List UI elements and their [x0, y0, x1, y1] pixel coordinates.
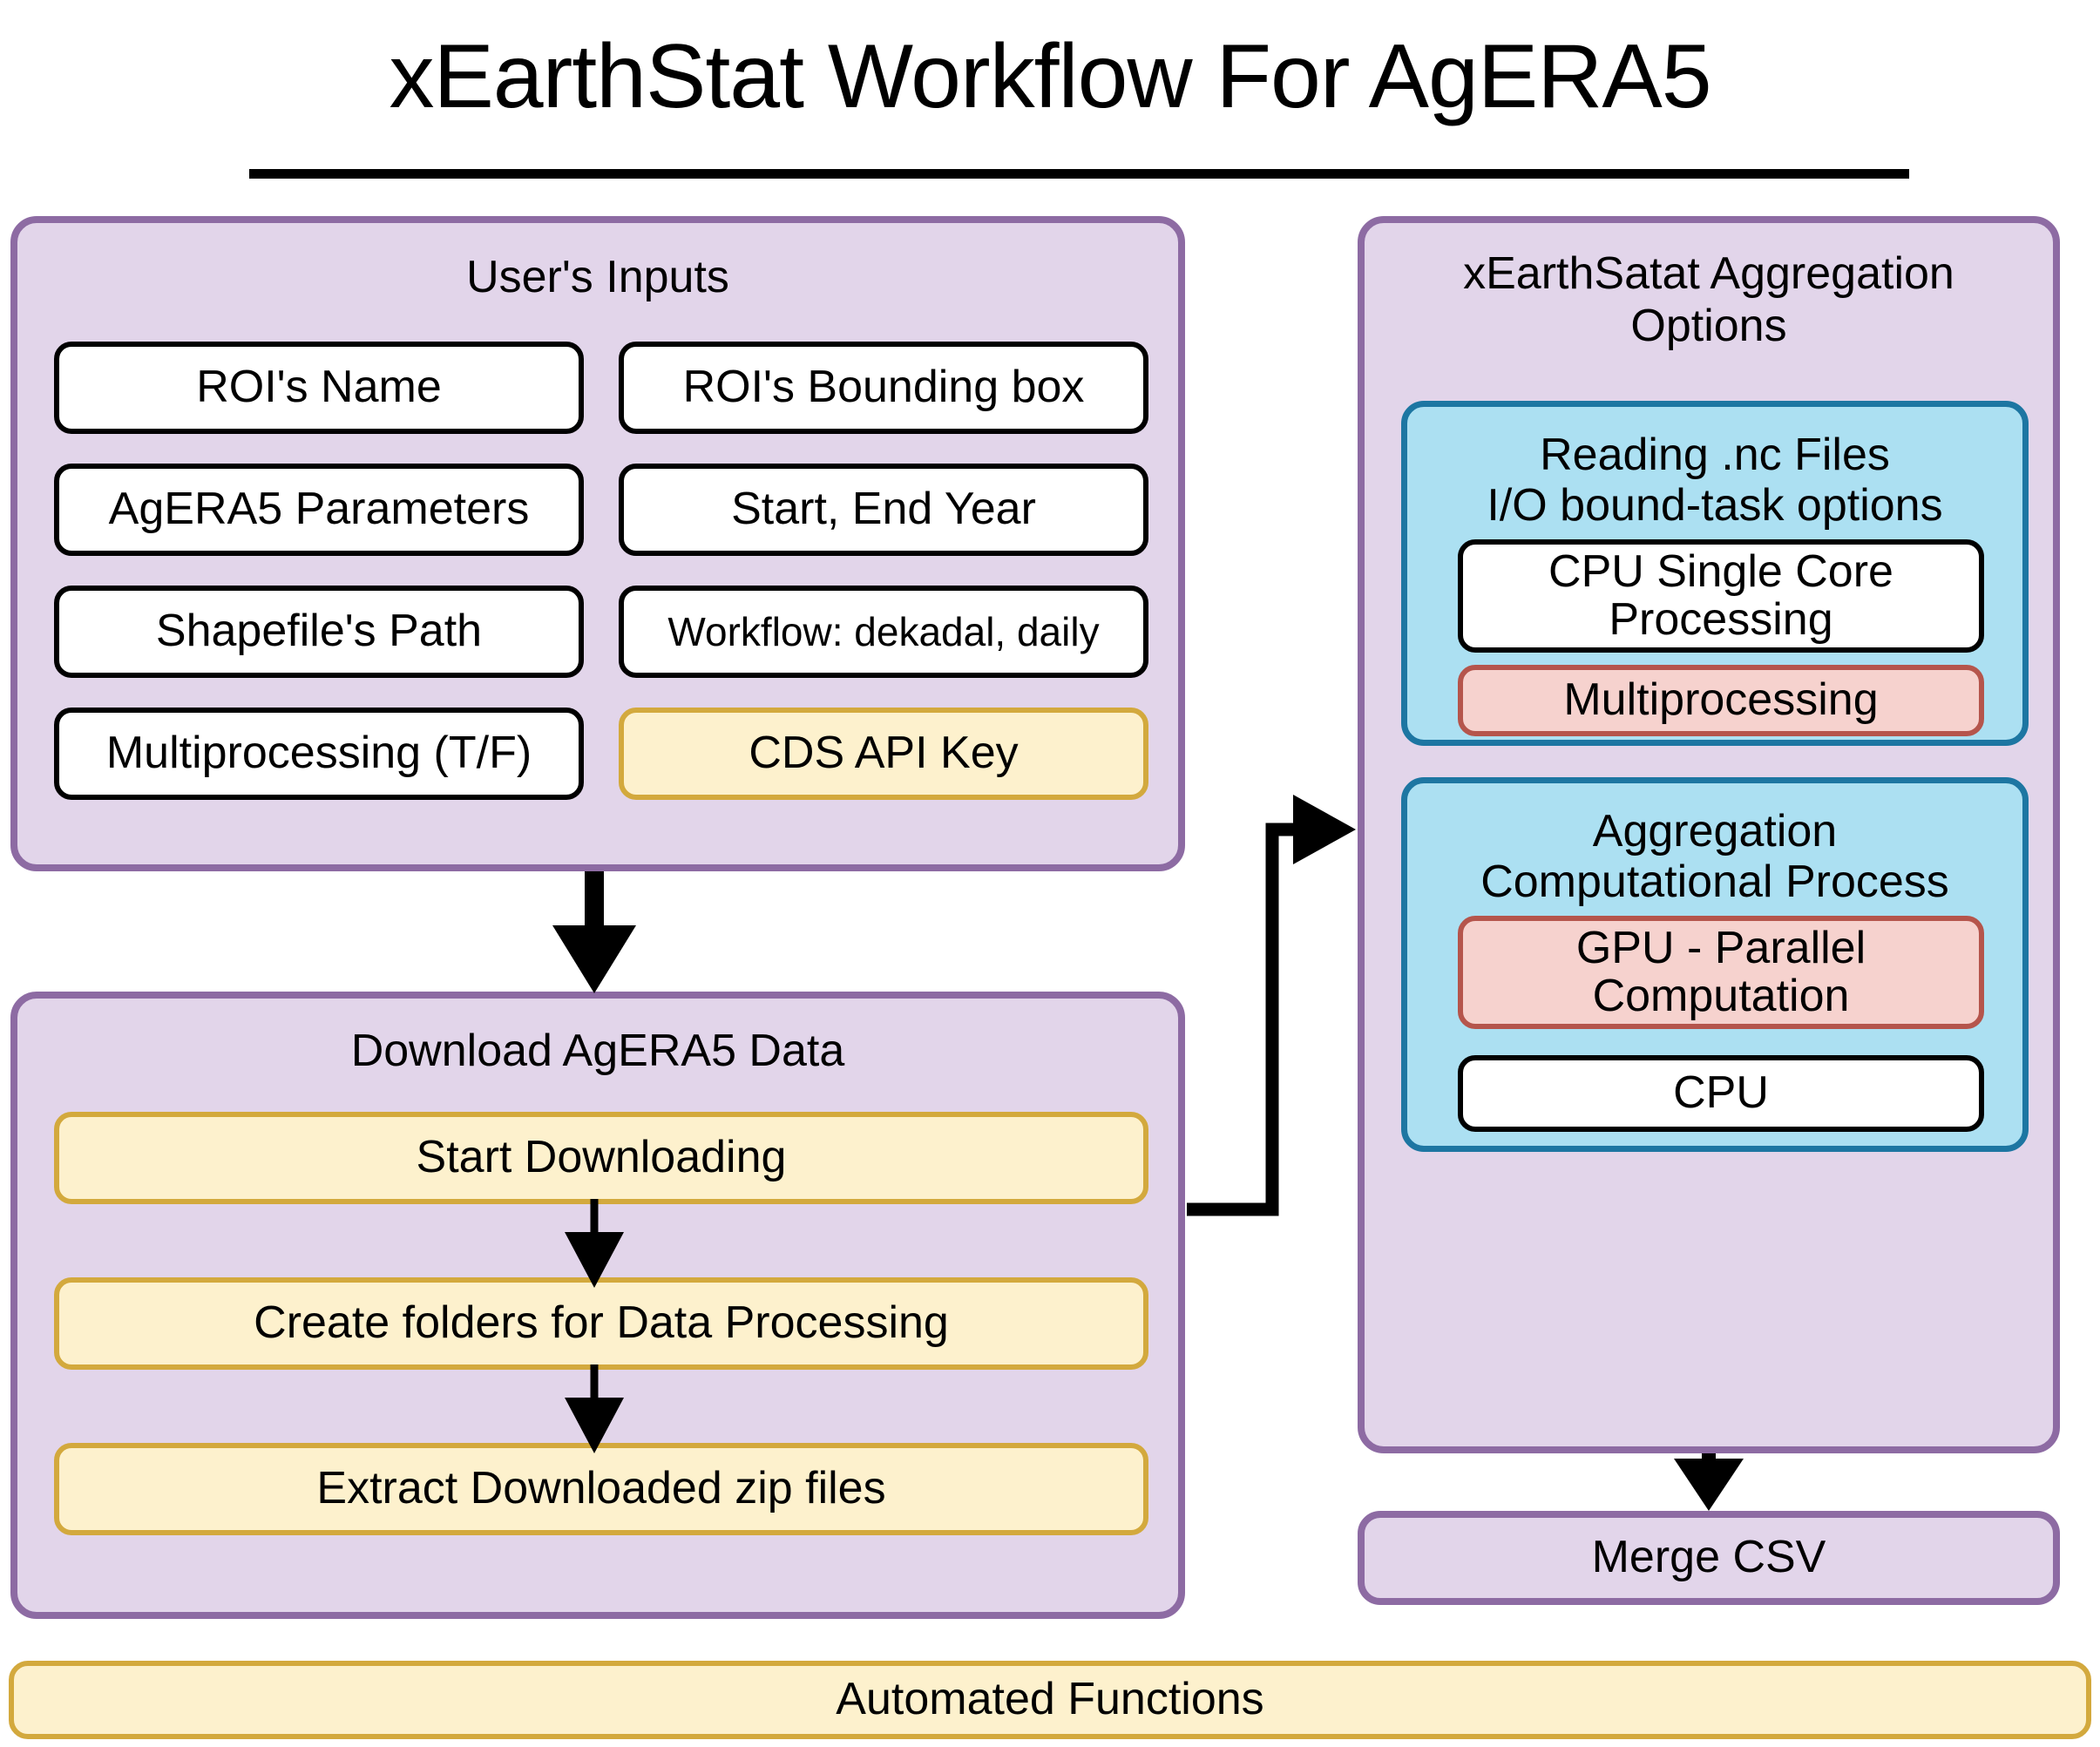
aggregation-panel-title-line2: Options [1630, 301, 1787, 351]
option-multiprocessing-label: Multiprocessing [1563, 674, 1879, 726]
option-cpu-single-core[interactable]: CPU Single Core Processing [1458, 539, 1984, 653]
aggregation-panel-title-line1: xEarthSatat Aggregation [1463, 248, 1954, 299]
merge-csv-label: Merge CSV [1591, 1532, 1826, 1583]
step-extract-zip[interactable]: Extract Downloaded zip files [54, 1443, 1148, 1535]
option-multiprocessing[interactable]: Multiprocessing [1458, 665, 1984, 736]
merge-csv-box[interactable]: Merge CSV [1358, 1511, 2060, 1605]
option-gpu-parallel-label-line2: Computation [1592, 971, 1850, 1021]
option-cpu-label: CPU [1673, 1067, 1769, 1119]
input-workflow-mode-label: Workflow: dekadal, daily [667, 608, 1100, 654]
input-multiprocessing-flag-label: Multiprocessing (T/F) [105, 728, 532, 779]
input-shapefile-path[interactable]: Shapefile's Path [54, 586, 584, 678]
input-roi-bbox-label: ROI's Bounding box [682, 362, 1085, 413]
download-panel: Download AgERA5 Data Start Downloading C… [10, 992, 1185, 1619]
option-gpu-parallel[interactable]: GPU - Parallel Computation [1458, 916, 1984, 1029]
option-cpu[interactable]: CPU [1458, 1055, 1984, 1132]
input-multiprocessing-flag[interactable]: Multiprocessing (T/F) [54, 708, 584, 800]
input-shapefile-path-label: Shapefile's Path [155, 606, 483, 657]
page-title: xEarthStat Workflow For AgERA5 [389, 26, 1711, 127]
reading-nc-group-title-line2: I/O bound-task options [1487, 480, 1943, 531]
aggregation-panel: xEarthSatat Aggregation Options Reading … [1358, 216, 2060, 1453]
input-roi-bbox[interactable]: ROI's Bounding box [619, 342, 1148, 434]
arrow-download-to-aggregation [1187, 795, 1356, 1216]
download-panel-title: Download AgERA5 Data [350, 1026, 845, 1076]
input-start-end-year-label: Start, End Year [731, 484, 1036, 535]
step-extract-zip-label: Extract Downloaded zip files [316, 1463, 886, 1514]
input-cds-api-key-label: CDS API Key [749, 728, 1019, 779]
arrow-inputs-to-download [552, 871, 636, 993]
option-cpu-single-core-label-line1: CPU Single Core [1548, 545, 1893, 597]
user-inputs-title: User's Inputs [466, 252, 729, 302]
option-gpu-parallel-label-line1: GPU - Parallel [1575, 922, 1866, 973]
aggregation-compute-group-title-line1: Aggregation [1592, 806, 1838, 857]
input-agera5-parameters-label: AgERA5 Parameters [108, 484, 530, 535]
option-cpu-single-core-label-line2: Processing [1609, 594, 1833, 645]
input-workflow-mode[interactable]: Workflow: dekadal, daily [619, 586, 1148, 678]
step-create-folders[interactable]: Create folders for Data Processing [54, 1277, 1148, 1370]
input-roi-name-label: ROI's Name [196, 362, 442, 413]
aggregation-compute-group-title-line2: Computational Process [1480, 857, 1949, 907]
input-agera5-parameters[interactable]: AgERA5 Parameters [54, 464, 584, 556]
automated-functions-legend: Automated Functions [9, 1661, 2091, 1739]
step-start-downloading[interactable]: Start Downloading [54, 1112, 1148, 1204]
step-start-downloading-label: Start Downloading [416, 1132, 787, 1183]
step-create-folders-label: Create folders for Data Processing [254, 1297, 949, 1349]
arrow-aggregation-to-merge [1674, 1453, 1744, 1511]
input-start-end-year[interactable]: Start, End Year [619, 464, 1148, 556]
aggregation-compute-group: Aggregation Computational Process GPU - … [1401, 777, 2029, 1152]
title-divider [249, 169, 1909, 179]
input-cds-api-key[interactable]: CDS API Key [619, 708, 1148, 800]
user-inputs-panel: User's Inputs ROI's Name ROI's Bounding … [10, 216, 1185, 871]
reading-nc-group: Reading .nc Files I/O bound-task options… [1401, 401, 2029, 746]
input-roi-name[interactable]: ROI's Name [54, 342, 584, 434]
automated-functions-label: Automated Functions [836, 1674, 1264, 1725]
reading-nc-group-title-line1: Reading .nc Files [1540, 430, 1890, 480]
